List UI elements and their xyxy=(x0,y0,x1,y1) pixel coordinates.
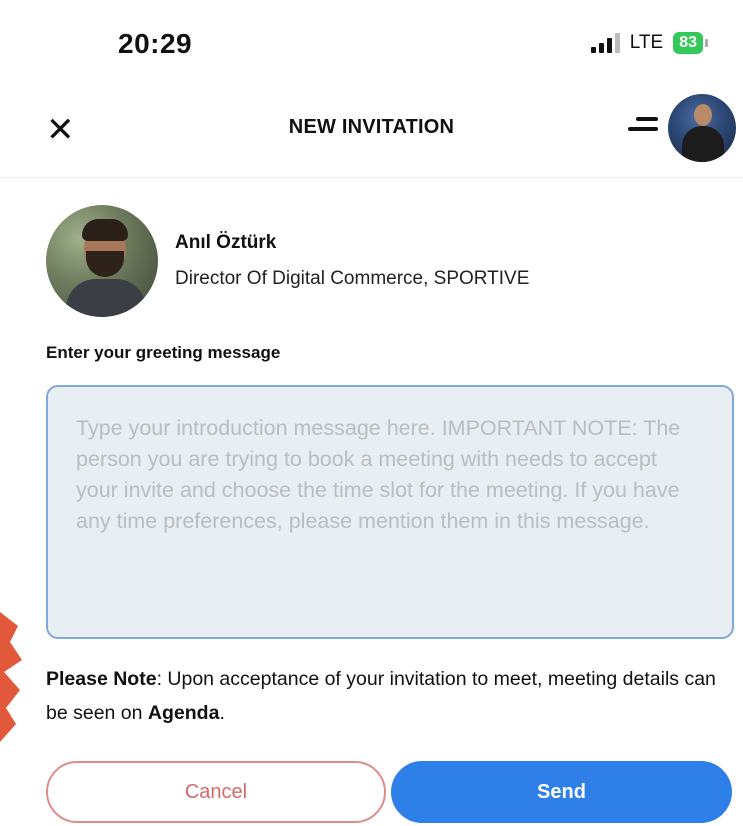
invitation-screen: 20:29 LTE 83 ✕ NEW INVITATION Anıl Öztür… xyxy=(0,0,743,826)
recipient-role: Director Of Digital Commerce, SPORTIVE xyxy=(175,268,530,289)
recipient-name: Anıl Öztürk xyxy=(175,232,277,253)
header: ✕ NEW INVITATION xyxy=(0,90,743,178)
greeting-message-input[interactable] xyxy=(46,385,734,639)
greeting-label: Enter your greeting message xyxy=(46,343,281,362)
note-lead: Please Note xyxy=(46,668,157,690)
edge-decoration xyxy=(0,612,22,742)
note-end: . xyxy=(219,702,225,724)
status-time: 20:29 xyxy=(118,28,193,59)
cancel-button[interactable]: Cancel xyxy=(46,761,386,823)
send-button[interactable]: Send xyxy=(391,761,732,823)
agenda-link[interactable]: Agenda xyxy=(148,702,220,724)
status-indicators: LTE 83 xyxy=(590,32,708,54)
battery-icon: 83 xyxy=(673,32,708,54)
status-bar: 20:29 LTE 83 xyxy=(0,0,743,90)
user-avatar[interactable] xyxy=(668,94,736,162)
signal-icon xyxy=(590,33,620,53)
menu-icon[interactable] xyxy=(628,117,658,137)
network-type: LTE xyxy=(629,32,664,53)
recipient-avatar xyxy=(46,205,158,317)
acceptance-note: Please Note: Upon acceptance of your inv… xyxy=(46,662,736,730)
battery-level: 83 xyxy=(679,34,697,51)
